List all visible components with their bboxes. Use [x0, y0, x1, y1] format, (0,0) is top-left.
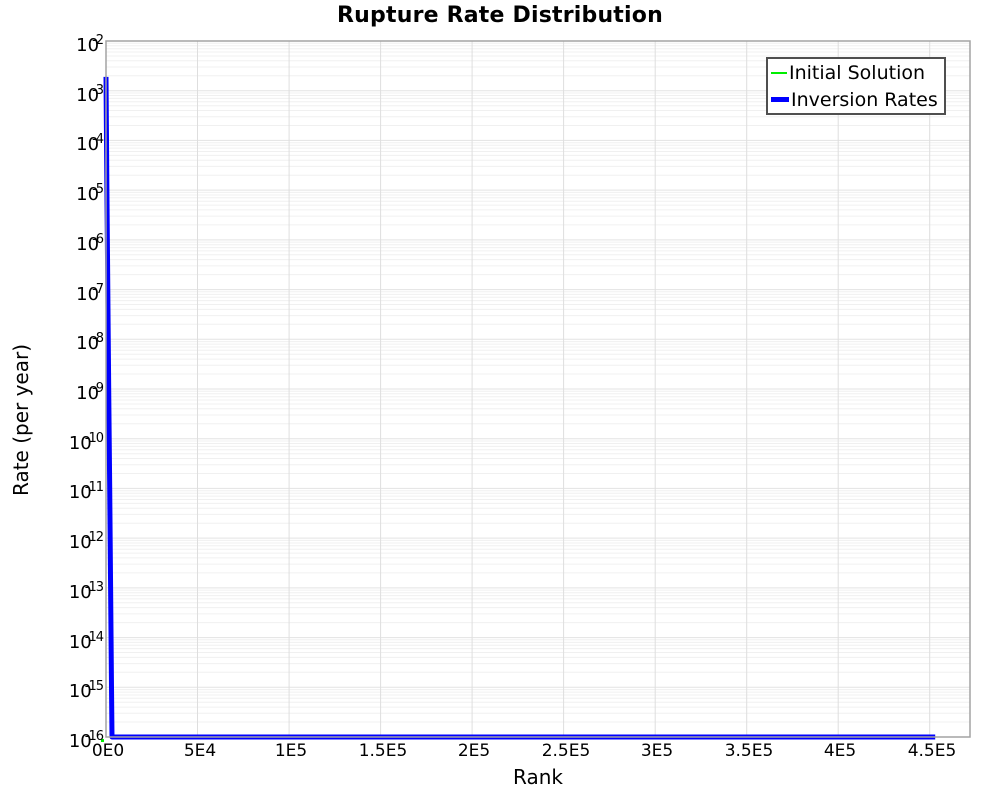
plot-area	[0, 0, 1000, 800]
x-axis-label: Rank	[106, 765, 970, 789]
y-tick-label: 10-4	[0, 125, 103, 155]
legend-label-initial-solution: Initial Solution	[789, 62, 925, 84]
legend-label-inversion-rates: Inversion Rates	[791, 89, 938, 111]
legend-item-inversion-rates: Inversion Rates	[771, 86, 944, 113]
y-tick-label: 10-2	[0, 26, 103, 56]
y-tick-label: 10-5	[0, 175, 103, 205]
x-tick-label: 1E5	[246, 741, 336, 761]
y-tick-label: 10-15	[0, 672, 103, 702]
x-tick-label: 2.5E5	[521, 741, 611, 761]
chart-figure: Rupture Rate Distribution 10-210-310-410…	[0, 0, 1000, 800]
y-tick-label: 10-12	[0, 523, 103, 553]
x-tick-label: 1.5E5	[338, 741, 428, 761]
legend-item-initial-solution: Initial Solution	[771, 59, 944, 86]
x-tick-label: 2E5	[429, 741, 519, 761]
legend-green-line-sample	[771, 72, 787, 74]
legend-blue-line-sample	[771, 97, 789, 102]
x-tick-label: 4E5	[795, 741, 885, 761]
x-tick-label: 3E5	[612, 741, 702, 761]
y-tick-label: 10-14	[0, 623, 103, 653]
x-tick-label: 5E4	[155, 741, 245, 761]
legend: Initial Solution Inversion Rates	[766, 57, 946, 115]
x-tick-label: 3.5E5	[704, 741, 794, 761]
x-tick-label: 4.5E5	[887, 741, 977, 761]
y-tick-label: 10-7	[0, 275, 103, 305]
y-tick-label: 10-13	[0, 573, 103, 603]
y-tick-label: 10-6	[0, 225, 103, 255]
x-tick-label: 0E0	[63, 741, 153, 761]
y-tick-label: 10-3	[0, 76, 103, 106]
y-axis-label: Rate (per year)	[9, 344, 33, 496]
